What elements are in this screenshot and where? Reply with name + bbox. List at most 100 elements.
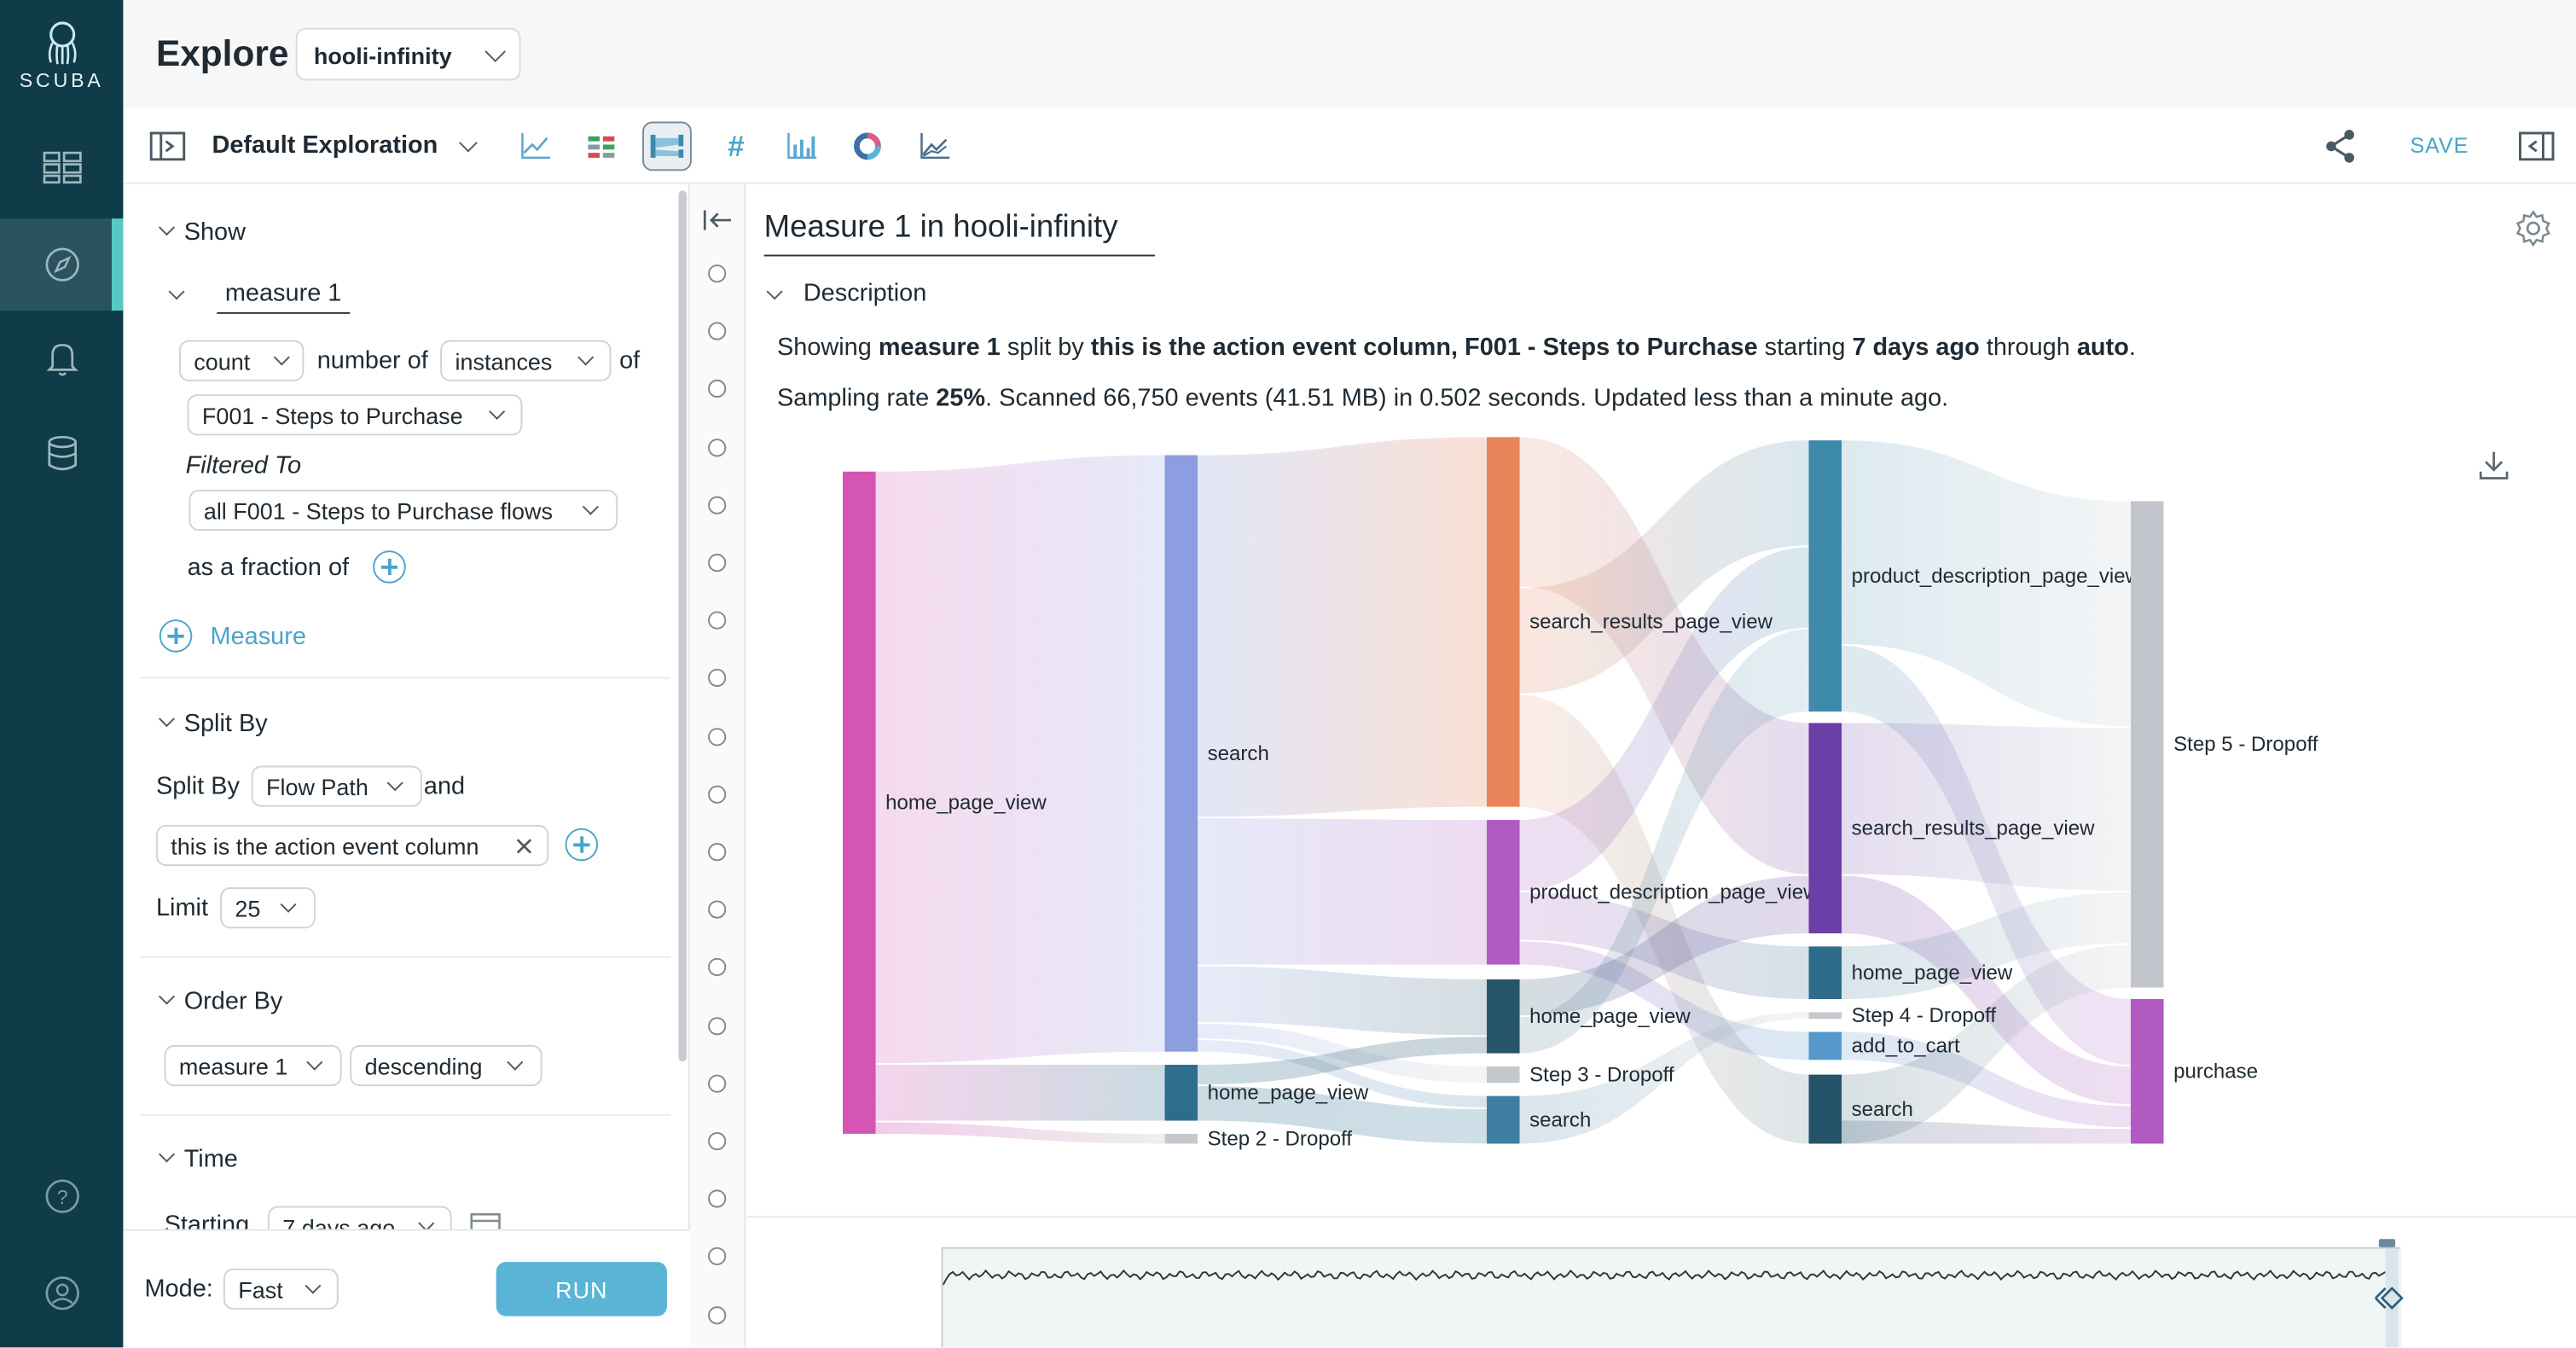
history-dot[interactable] — [708, 496, 727, 514]
add-split-plus-icon[interactable] — [565, 828, 599, 862]
sankey-node[interactable] — [1808, 440, 1842, 712]
add-fraction-plus-icon[interactable] — [373, 550, 406, 584]
chart-type-sankey[interactable] — [642, 121, 692, 171]
nav-explore[interactable] — [0, 218, 124, 311]
mode-select[interactable]: Fast — [223, 1268, 339, 1310]
chart-type-area[interactable] — [910, 122, 960, 171]
chart-type-donut[interactable] — [843, 122, 892, 171]
chart-type-number[interactable]: # — [711, 122, 761, 171]
sankey-node[interactable] — [1487, 820, 1520, 965]
sankey-link[interactable] — [1198, 966, 1488, 1036]
split-by-select[interactable]: Flow Path — [251, 765, 422, 807]
octopus-icon — [47, 21, 76, 65]
desc-text: . — [2128, 333, 2136, 362]
nav-alerts[interactable] — [0, 312, 123, 404]
history-dot[interactable] — [708, 1305, 727, 1324]
filter-select[interactable]: all F001 - Steps to Purchase flows — [189, 489, 618, 532]
limit-select[interactable]: 25 — [220, 887, 316, 929]
measure-collapse-chevron-icon[interactable] — [168, 283, 185, 300]
order-measure-select[interactable]: measure 1 — [164, 1044, 342, 1087]
sankey-node[interactable] — [1487, 979, 1520, 1054]
sankey-node[interactable] — [1164, 1065, 1198, 1121]
history-dot[interactable] — [708, 843, 727, 862]
scuba-logo[interactable]: SCUBA — [0, 20, 123, 92]
history-dot[interactable] — [708, 380, 727, 398]
collapse-panel-button[interactable] — [2512, 122, 2561, 171]
history-dot[interactable] — [708, 264, 727, 283]
sankey-node[interactable] — [1164, 1133, 1198, 1144]
sankey-node[interactable] — [1808, 1012, 1842, 1020]
sankey-node[interactable] — [843, 471, 876, 1134]
collapse-left-icon[interactable] — [703, 209, 733, 232]
timeline-brush[interactable] — [941, 1239, 2404, 1348]
order-by-section-header[interactable]: Order By — [158, 988, 282, 1015]
of-label: of — [619, 346, 641, 375]
sankey-node[interactable] — [1808, 1074, 1842, 1144]
history-dot[interactable] — [708, 1132, 727, 1151]
history-dot[interactable] — [708, 1247, 727, 1266]
chart-type-line[interactable] — [511, 122, 560, 171]
history-dot[interactable] — [708, 554, 727, 572]
download-icon[interactable] — [2477, 449, 2510, 482]
sankey-node-label: product_description_page_view — [1529, 881, 1819, 904]
sankey-link[interactable] — [1842, 723, 2132, 891]
nav-dashboards[interactable] — [0, 122, 123, 214]
history-dot[interactable] — [708, 322, 727, 341]
history-dot[interactable] — [708, 785, 727, 804]
sankey-node[interactable] — [1808, 1031, 1842, 1060]
share-button[interactable] — [2317, 122, 2366, 171]
chart-type-bar[interactable] — [777, 122, 827, 171]
sankey-link[interactable] — [875, 455, 1165, 1064]
nav-account[interactable] — [0, 1247, 123, 1339]
add-measure-plus-icon[interactable] — [159, 619, 193, 653]
split-by-section-header[interactable]: Split By — [158, 710, 268, 738]
history-dot[interactable] — [708, 1189, 727, 1208]
time-section-header[interactable]: Time — [158, 1145, 238, 1173]
save-button[interactable]: SAVE — [2410, 133, 2469, 158]
sankey-node[interactable] — [1164, 455, 1198, 1052]
sankey-node[interactable] — [1487, 437, 1520, 807]
history-dot[interactable] — [708, 958, 727, 977]
sankey-node[interactable] — [2131, 501, 2164, 988]
flow-select[interactable]: F001 - Steps to Purchase — [187, 394, 523, 436]
run-button[interactable]: RUN — [496, 1262, 667, 1316]
history-dot[interactable] — [708, 900, 727, 919]
order-direction-select[interactable]: descending — [350, 1044, 542, 1087]
sankey-link[interactable] — [875, 1065, 1165, 1121]
sankey-node[interactable] — [1487, 1066, 1520, 1084]
measure-name-input[interactable]: measure 1 — [217, 279, 350, 314]
sankey-node[interactable] — [1808, 723, 1842, 933]
description-sampling: Sampling rate 25%. Scanned 66,750 events… — [777, 385, 1948, 413]
chart-type-table[interactable] — [577, 122, 626, 171]
query-title[interactable]: Measure 1 in hooli-infinity — [763, 211, 1155, 257]
add-measure-button[interactable]: Measure — [211, 623, 306, 651]
remove-x-icon[interactable] — [516, 838, 532, 854]
exploration-chevron-down-icon[interactable] — [459, 133, 478, 153]
dataset-select[interactable]: hooli-infinity — [295, 27, 521, 81]
split-column-chip[interactable]: this is the action event column — [155, 824, 549, 867]
toggle-sidebar-button[interactable] — [143, 122, 193, 171]
sidebar-scrollbar[interactable] — [678, 190, 688, 1062]
history-dot[interactable] — [708, 1016, 727, 1035]
history-dot[interactable] — [708, 1074, 727, 1093]
history-dot[interactable] — [708, 438, 727, 456]
aggregate-select[interactable]: count — [178, 340, 305, 381]
drag-handle-icon[interactable] — [2372, 1281, 2411, 1315]
nav-data[interactable] — [0, 408, 123, 500]
settings-gear-icon[interactable] — [2514, 209, 2553, 248]
instances-select[interactable]: instances — [440, 340, 612, 381]
history-dot[interactable] — [708, 727, 727, 746]
brush-handle[interactable] — [2378, 1239, 2396, 1247]
nav-help[interactable]: ? — [0, 1150, 123, 1242]
history-dot[interactable] — [708, 611, 727, 630]
sankey-link[interactable] — [875, 1122, 1165, 1144]
description-chevron-down-icon[interactable] — [766, 283, 783, 300]
history-dot[interactable] — [708, 669, 727, 688]
sankey-node[interactable] — [1808, 946, 1842, 1000]
description-heading[interactable]: Description — [804, 279, 927, 307]
exploration-name[interactable]: Default Exploration — [212, 131, 438, 160]
sankey-node[interactable] — [1487, 1095, 1520, 1144]
sankey-node[interactable] — [2131, 999, 2164, 1144]
show-section-header[interactable]: Show — [158, 218, 246, 247]
sankey-link[interactable] — [1198, 818, 1488, 965]
